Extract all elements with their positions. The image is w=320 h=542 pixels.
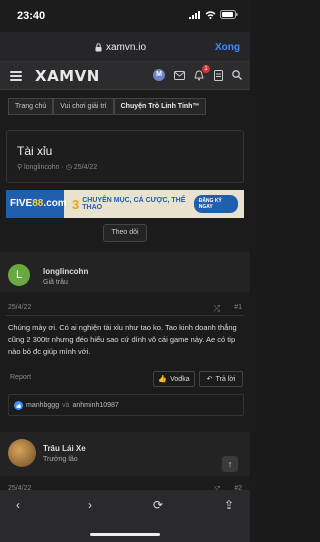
inbox-icon[interactable] (174, 70, 185, 80)
post-number[interactable]: #1 (234, 304, 242, 311)
post-date[interactable]: 25/4/22 (8, 304, 31, 311)
breadcrumb-entertainment[interactable]: Vui chơi giải trí (53, 98, 114, 115)
thread-meta: ⚲ longlincohn · ◷ 25/4/22 (17, 164, 98, 171)
reload-icon[interactable]: ⟳ (148, 498, 168, 512)
share-icon[interactable]: ⇪ (219, 498, 239, 512)
avatar[interactable] (8, 439, 36, 467)
follow-button[interactable]: Theo dõi (103, 224, 147, 242)
site-header: XAMVN M 1 (0, 62, 250, 90)
thread-title: Tài xỉu (17, 144, 53, 158)
post-1: 25/4/22 ⤮ #1 Chúng mày ơi. Có ai nghiện … (0, 298, 250, 432)
breadcrumb: Trang chủ Vui chơi giải trí Chuyện Trò L… (8, 98, 207, 115)
banner-brand: FIVE88.com (6, 190, 67, 218)
like-reaction-icon (14, 400, 23, 410)
done-button[interactable]: Xong (215, 42, 240, 53)
banner-number: 3 (72, 196, 80, 212)
alerts-icon[interactable]: 1 (194, 64, 210, 81)
thread-date: 25/4/22 (73, 164, 98, 171)
breadcrumb-home[interactable]: Trang chủ (8, 98, 54, 115)
user-rank: Trưởng lão (43, 456, 78, 463)
person-icon: ⚲ (17, 164, 23, 171)
forward-icon[interactable]: › (80, 498, 100, 512)
breadcrumb-current[interactable]: Chuyện Trò Linh Tinh™ (113, 98, 207, 115)
post-author[interactable]: longlincohn (43, 267, 88, 276)
screen: { "status": {"time": "23:40"}, "browser"… (0, 0, 250, 542)
status-bar: 23:40 (0, 0, 250, 32)
signal-icon (189, 10, 200, 19)
report-link[interactable]: Report (10, 374, 31, 381)
thread-header: Tài xỉu ⚲ longlincohn · ◷ 25/4/22 (6, 130, 244, 183)
divider (6, 315, 244, 316)
header-icons: M 1 (153, 64, 242, 81)
browser-toolbar: ‹ › ⟳ ⇪ (0, 490, 250, 542)
scroll-top-button[interactable]: ↑ (222, 456, 238, 472)
status-icons (189, 10, 238, 19)
post-1-user: L longlincohn Giã trâu (0, 252, 250, 292)
back-icon[interactable]: ‹ (8, 498, 28, 512)
banner-text: CHUYÊN MỤC, CÁ CƯỢC, THỂ THAO (82, 197, 186, 211)
liker-2[interactable]: anhminh10987 (73, 402, 119, 409)
post-2-user: Trâu Lái Xe Trưởng lão ↑ (0, 432, 250, 476)
lock-icon (95, 43, 102, 52)
alerts-badge: 1 (202, 64, 210, 73)
banner-cta[interactable]: ĐĂNG KÝ NGAY (193, 195, 238, 213)
wifi-icon (205, 10, 216, 19)
likes-and: và (62, 401, 70, 409)
reactions-bar[interactable]: manhbggg và anhminh10987 (8, 394, 244, 416)
menu-icon[interactable] (10, 71, 22, 81)
document-icon[interactable] (214, 69, 223, 81)
post-author[interactable]: Trâu Lái Xe (43, 444, 86, 453)
ad-banner[interactable]: FIVE88.com 3 CHUYÊN MỤC, CÁ CƯỢC, THỂ TH… (6, 190, 244, 218)
browser-address-bar[interactable]: xamvn.io Xong (0, 32, 250, 62)
search-icon[interactable] (232, 70, 242, 80)
share-icon[interactable]: ⤮ (214, 304, 220, 314)
battery-icon (220, 10, 238, 19)
url-text: xamvn.io (106, 42, 147, 53)
reply-icon: ↶ (206, 376, 213, 383)
url-display[interactable]: xamvn.io (95, 42, 146, 53)
user-rank: Giã trâu (43, 279, 68, 286)
site-logo[interactable]: XAMVN (35, 67, 100, 85)
avatar[interactable]: L (8, 264, 30, 286)
reply-button[interactable]: ↶ Trả lời (199, 371, 243, 387)
thread-author[interactable]: longlincohn (24, 164, 59, 171)
post-body: Chúng mày ơi. Có ai nghiện tài xỉu như t… (8, 323, 237, 356)
clock-icon: ◷ (65, 164, 72, 171)
react-button[interactable]: 👍 Vodka (153, 371, 195, 387)
user-avatar[interactable]: M (153, 69, 165, 81)
thumbs-up-icon: 👍 (158, 376, 168, 383)
home-indicator (90, 533, 160, 536)
liker-1[interactable]: manhbggg (26, 402, 59, 409)
status-time: 23:40 (17, 10, 46, 22)
